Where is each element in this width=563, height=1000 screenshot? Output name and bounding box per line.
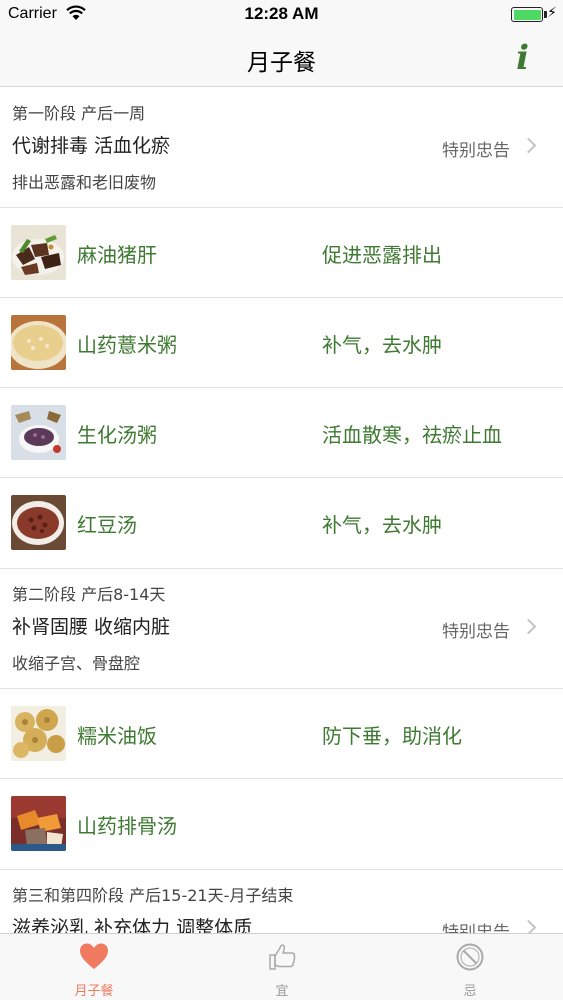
chevron-right-icon xyxy=(520,137,537,154)
heart-icon xyxy=(80,943,108,969)
stage-section-2: 第二阶段 产后8-14天 补肾固腰 收缩内脏 特别忠告 收缩子宫、骨盘腔 xyxy=(0,568,563,689)
food-effect: 补气，去水肿 xyxy=(322,333,442,357)
food-row[interactable]: 红豆汤 补气，去水肿 xyxy=(0,478,563,568)
stage-title: 滋养泌乳 补充体力 调整体质 xyxy=(12,917,253,933)
food-name: 生化汤粥 xyxy=(77,423,157,447)
stage-subtitle: 收缩子宫、骨盘腔 xyxy=(12,654,141,673)
stage-section-1: 第一阶段 产后一周 代谢排毒 活血化瘀 特别忠告 排出恶露和老旧废物 xyxy=(0,88,563,208)
red-bean-soup-image xyxy=(11,495,66,550)
stage-label: 第一阶段 产后一周 xyxy=(12,104,146,123)
status-time: 12:28 AM xyxy=(244,4,319,23)
food-name: 麻油猪肝 xyxy=(77,243,157,267)
yam-barley-porridge-image xyxy=(11,315,66,370)
page-title: 月子餐 xyxy=(247,50,316,76)
prohibited-icon xyxy=(456,943,484,971)
special-warning-link[interactable]: 特别忠告 xyxy=(442,136,510,161)
info-button[interactable]: i xyxy=(516,38,529,78)
navigation-bar: 月子餐 i xyxy=(0,30,563,87)
chevron-right-icon xyxy=(520,919,537,933)
tab-label: 月子餐 xyxy=(74,984,114,999)
stage-header-row[interactable]: 代谢排毒 活血化瘀 特别忠告 xyxy=(0,130,563,163)
food-effect: 活血散寒，祛瘀止血 xyxy=(322,423,502,447)
food-row[interactable]: 麻油猪肝 促进恶露排出 xyxy=(0,208,563,298)
food-name: 山药薏米粥 xyxy=(77,333,177,357)
food-effect: 促进恶露排出 xyxy=(322,243,442,267)
food-row[interactable]: 山药排骨汤 xyxy=(0,779,563,869)
stage-section-3: 第三和第四阶段 产后15-21天-月子结束 滋养泌乳 补充体力 调整体质 特别忠… xyxy=(0,869,563,933)
special-warning-link[interactable]: 特别忠告 xyxy=(442,617,510,642)
food-row[interactable]: 生化汤粥 活血散寒，祛瘀止血 xyxy=(0,388,563,478)
stage-title: 代谢排毒 活血化瘀 xyxy=(12,135,171,157)
thumbs-up-icon xyxy=(269,944,296,970)
charging-icon: ⚡ xyxy=(547,5,557,21)
tab-avoid[interactable]: 忌 xyxy=(376,934,563,1000)
food-effect: 防下垂，助消化 xyxy=(322,724,462,748)
food-row[interactable]: 糯米油饭 防下垂，助消化 xyxy=(0,689,563,779)
food-name: 红豆汤 xyxy=(77,513,137,537)
shenghua-soup-porridge-image xyxy=(11,405,66,460)
status-bar: Carrier 12:28 AM ⚡ xyxy=(0,0,563,30)
food-row[interactable]: 山药薏米粥 补气，去水肿 xyxy=(0,298,563,388)
special-warning-link[interactable]: 特别忠告 xyxy=(442,918,510,933)
glutinous-rice-image xyxy=(11,706,66,761)
chevron-right-icon xyxy=(520,618,537,635)
stage-header-row[interactable]: 滋养泌乳 补充体力 调整体质 特别忠告 xyxy=(0,912,563,933)
yam-ribs-soup-image xyxy=(11,796,66,851)
stage-label: 第三和第四阶段 产后15-21天-月子结束 xyxy=(12,886,294,905)
battery-icon xyxy=(511,7,543,22)
stage-label: 第二阶段 产后8-14天 xyxy=(12,585,166,604)
tab-label: 忌 xyxy=(463,984,477,999)
stage-title: 补肾固腰 收缩内脏 xyxy=(12,616,171,638)
food-name: 糯米油饭 xyxy=(77,724,157,748)
meal-list[interactable]: 第一阶段 产后一周 代谢排毒 活血化瘀 特别忠告 排出恶露和老旧废物 麻油猪肝 … xyxy=(0,88,563,933)
stage-header-row[interactable]: 补肾固腰 收缩内脏 特别忠告 xyxy=(0,611,563,644)
food-effect: 补气，去水肿 xyxy=(322,513,442,537)
tab-recommended[interactable]: 宜 xyxy=(188,934,376,1000)
stage-subtitle: 排出恶露和老旧废物 xyxy=(12,173,157,192)
food-name: 山药排骨汤 xyxy=(77,814,177,838)
sesame-pork-liver-image xyxy=(11,225,66,280)
tab-label: 宜 xyxy=(275,984,289,999)
tab-meals[interactable]: 月子餐 xyxy=(0,934,188,1000)
tab-bar: 月子餐 宜 忌 xyxy=(0,933,563,1000)
